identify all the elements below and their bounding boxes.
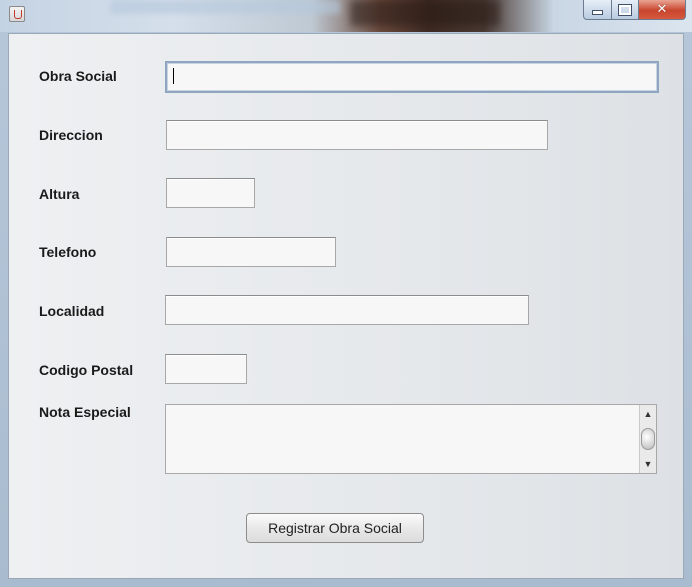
scroll-down-icon[interactable]: ▼	[641, 457, 655, 471]
title-bar-background-dark	[350, 0, 500, 26]
title-bar-background	[110, 0, 340, 14]
vertical-scrollbar[interactable]: ▲ ▼	[639, 405, 656, 473]
localidad-input[interactable]	[165, 295, 529, 325]
maximize-icon	[618, 3, 632, 16]
nota-especial-textarea[interactable]: ▲ ▼	[165, 404, 657, 474]
text-caret	[173, 68, 174, 84]
altura-input[interactable]	[166, 178, 255, 208]
nota-especial-label: Nota Especial	[39, 404, 131, 420]
localidad-label: Localidad	[39, 303, 105, 319]
registrar-obra-social-button[interactable]: Registrar Obra Social	[246, 513, 424, 543]
telefono-label: Telefono	[39, 244, 97, 260]
telefono-input[interactable]	[166, 237, 336, 267]
maximize-button[interactable]	[612, 0, 639, 20]
scroll-up-icon[interactable]: ▲	[641, 407, 655, 421]
obra-social-input[interactable]	[165, 61, 659, 93]
minimize-icon	[592, 10, 603, 15]
minimize-button[interactable]	[583, 0, 612, 20]
window-controls: ✕	[583, 0, 686, 20]
codigo-postal-input[interactable]	[165, 354, 247, 384]
close-icon: ✕	[656, 2, 668, 17]
direccion-label: Direccion	[39, 127, 103, 143]
java-cup-icon[interactable]	[9, 6, 25, 22]
title-bar[interactable]: ✕	[0, 0, 692, 32]
application-window: ✕ Obra Social Direccion Altura Telefono …	[0, 0, 692, 587]
obra-social-label: Obra Social	[39, 68, 117, 84]
altura-label: Altura	[39, 186, 80, 202]
direccion-input[interactable]	[166, 120, 548, 150]
close-button[interactable]: ✕	[639, 0, 686, 20]
codigo-postal-label: Codigo Postal	[39, 362, 134, 378]
form-panel: Obra Social Direccion Altura Telefono Lo…	[8, 33, 684, 579]
scroll-thumb[interactable]	[641, 428, 655, 450]
